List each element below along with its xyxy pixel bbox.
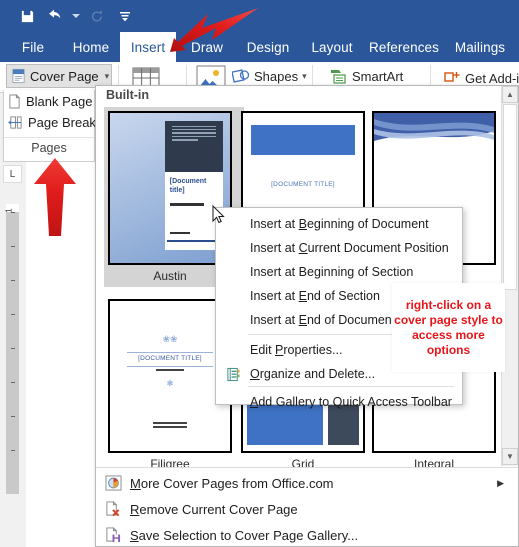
page-break-label: Page Break [28,115,96,130]
command-label: More Cover Pages from Office.com [130,475,334,491]
context-menu-item-insert-beginning-document[interactable]: Insert at Beginning of Document [216,212,462,236]
customize-quick-access-icon[interactable] [112,4,138,28]
context-item-label: Edit Properties... [250,343,343,357]
context-item-label: Insert at End of Section [250,289,380,303]
tab-home[interactable]: Home [64,32,118,62]
tab-stop-icon: L [9,168,16,180]
blank-page-button[interactable]: Blank Page [8,94,93,109]
save-selection-to-cover-page-gallery-command[interactable]: Save Selection to Cover Page Gallery... [96,522,518,547]
shapes-icon [232,68,250,85]
cover-page-label: Cover Page [30,68,99,84]
context-menu-separator [248,386,454,387]
tab-stop-selector[interactable]: L [3,165,22,183]
remove-cover-page-icon [102,499,124,519]
get-addins-icon [444,70,461,86]
context-menu-item-add-gallery-to-qat[interactable]: Add Gallery to Quick Access Toolbar [216,390,462,414]
thumbnail-title-text: [DOCUMENT TITLE] [271,180,335,188]
scroll-up-arrow-icon[interactable]: ▲ [502,86,518,103]
tab-file-label: File [21,39,45,55]
gallery-thumbnail-label: Austin [153,269,187,283]
shapes-label: Shapes [254,69,299,84]
blank-page-icon [8,94,21,109]
pages-group-label: Pages [4,137,94,155]
tab-file[interactable]: File [14,32,52,62]
chevron-down-icon[interactable]: ▾ [302,71,307,82]
tab-mailings[interactable]: Mailings [447,32,513,62]
organize-delete-icon [224,366,242,382]
command-label: Remove Current Cover Page [130,501,298,517]
thumbnail-preview: [Document title] [108,111,232,265]
wave-graphic [374,113,494,141]
smartart-label: SmartArt [352,69,404,84]
context-item-label: Insert at End of Document [250,313,396,327]
context-item-label: Insert at Beginning of Section [250,265,414,279]
blank-page-label: Blank Page [26,94,93,109]
office-online-icon [102,473,124,493]
filigree-ornament-icon: ❃ [166,379,174,388]
ruler-tick-label: 1 [4,208,14,213]
tab-references-label: References [368,39,440,55]
context-item-label: Insert at Beginning of Document [250,217,429,231]
tab-draw[interactable]: Draw [182,32,232,62]
quick-access-toolbar [14,4,138,28]
instruction-callout: right-click on a cover page style to acc… [392,283,505,372]
pages-group-panel: Blank Page Page Break Pages [3,90,96,162]
tab-references[interactable]: References [363,32,445,62]
cover-page-icon [11,68,26,84]
context-item-label: Organize and Delete... [250,367,376,381]
submenu-arrow-icon: ▶ [497,477,504,488]
thumbnail-preview: ❀❀ [DOCUMENT TITLE] ❃ [108,299,232,453]
tab-layout-label: Layout [311,39,353,55]
tab-draw-label: Draw [191,39,223,55]
get-addins-label: Get Add-ins [465,70,519,86]
instruction-callout-text: right-click on a cover page style to acc… [394,297,503,357]
scroll-down-glyph: ▼ [506,452,514,461]
filigree-ornament-icon: ❀❀ [162,334,178,344]
scroll-down-arrow-icon[interactable]: ▼ [502,448,518,465]
gallery-thumbnail-label: Filigree [150,457,190,467]
thumbnail-title-text: [Document title] [169,178,207,195]
gallery-scrollbar[interactable]: ▲ ▼ [501,86,518,466]
remove-current-cover-page-command[interactable]: Remove Current Cover Page [96,496,518,522]
tab-insert[interactable]: Insert [120,32,176,62]
scroll-up-glyph: ▲ [506,90,514,99]
tab-home-label: Home [72,39,110,55]
context-menu-item-insert-beginning-section[interactable]: Insert at Beginning of Section [216,260,462,284]
page-break-button[interactable]: Page Break [8,115,96,130]
tab-design-label: Design [246,39,290,55]
gallery-thumbnail-label: Integral [413,457,455,467]
thumbnail-title-text: [DOCUMENT TITLE] [138,355,202,362]
chevron-down-icon[interactable]: ▾ [105,71,110,82]
gallery-thumbnail-label: Grid [291,457,315,467]
context-item-label: Add Gallery to Quick Access Toolbar [250,395,452,409]
tab-insert-label: Insert [130,39,166,55]
undo-icon[interactable] [42,4,68,28]
title-bar [0,0,519,32]
page-break-icon [8,115,23,130]
context-item-label: Insert at Current Document Position [250,241,449,255]
document-page [26,162,98,547]
context-menu-item-insert-current-position[interactable]: Insert at Current Document Position [216,236,462,260]
scrollbar-thumb[interactable] [503,104,517,290]
smartart-icon [330,68,348,85]
save-icon[interactable] [14,4,40,28]
shapes-button[interactable]: Shapes ▾ [232,68,307,85]
get-addins-button[interactable]: Get Add-ins [444,70,519,86]
word-application-window: File Home Insert Draw Design Layout Refe… [0,0,519,547]
save-selection-icon [102,525,124,545]
tab-layout[interactable]: Layout [304,32,360,62]
vertical-ruler[interactable]: 1 [4,204,19,494]
tab-design[interactable]: Design [238,32,298,62]
undo-dropdown-icon[interactable] [70,4,82,28]
gallery-section-heading: Built-in [96,86,518,104]
more-cover-pages-from-office-command[interactable]: More Cover Pages from Office.com ▶ [96,470,518,496]
command-label: Save Selection to Cover Page Gallery... [130,527,359,543]
tab-mailings-label: Mailings [454,39,506,55]
gallery-thumbnail-filigree[interactable]: ❀❀ [DOCUMENT TITLE] ❃ Filigree [108,299,232,467]
smartart-button[interactable]: SmartArt [330,68,403,85]
gallery-command-list: More Cover Pages from Office.com ▶ Remov… [96,467,518,546]
ribbon-tab-strip: File Home Insert Draw Design Layout Refe… [0,32,519,62]
redo-icon[interactable] [84,4,110,28]
